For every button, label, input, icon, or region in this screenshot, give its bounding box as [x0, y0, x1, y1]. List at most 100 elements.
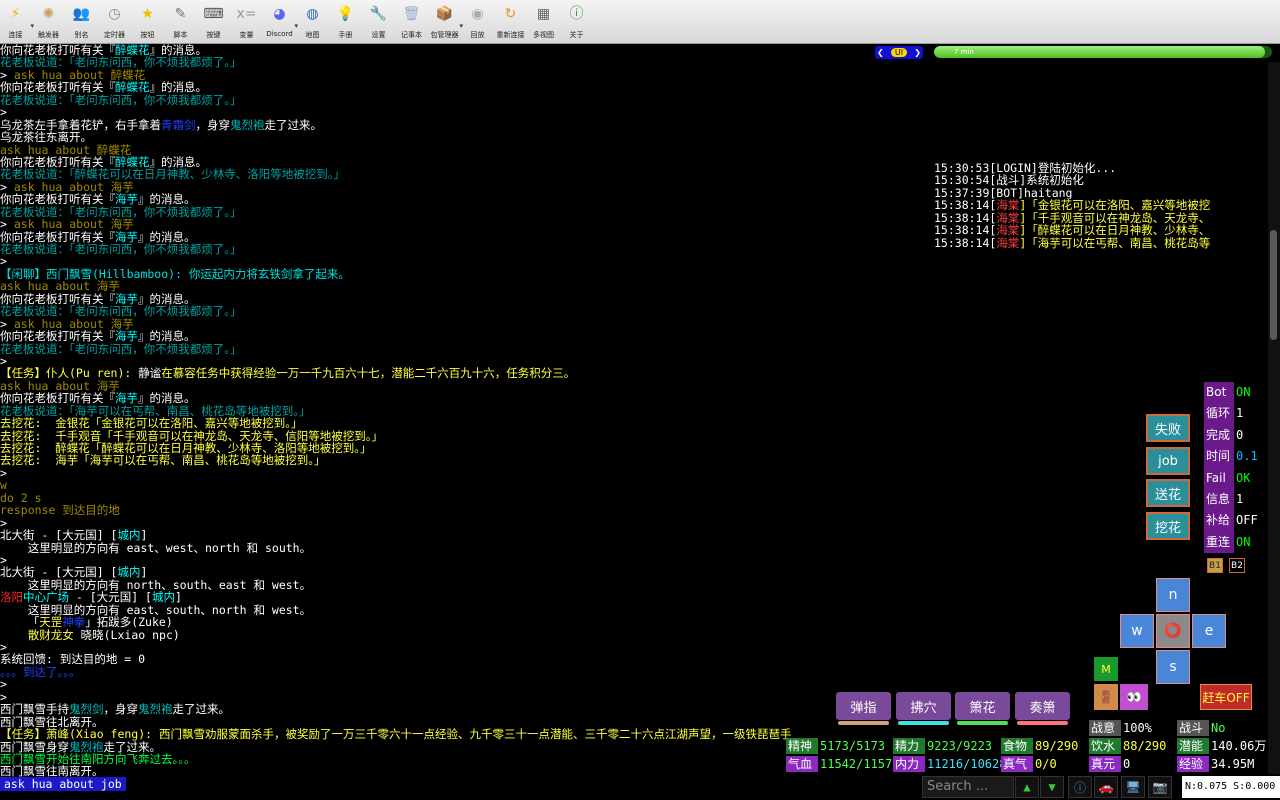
bot-row: 时间 0.1 [1204, 446, 1266, 468]
skill-button[interactable]: 奏箫 [1015, 692, 1070, 725]
toolbar-star-button[interactable]: ★ 按钮 [132, 0, 163, 44]
toolbar-multiview-button[interactable]: ▦ 多视图 [528, 0, 559, 44]
text-segment: 【闲聊】西门飘雪(Hillbamboo): 你运起内力将玄铁剑拿了起来。 [0, 267, 350, 281]
toolbar-wrench-button[interactable]: 🔧 设置 [363, 0, 394, 44]
up-arrow-icon[interactable]: ▲ [1015, 776, 1039, 798]
text-segment: 花老板说道：「海芋可以在丐帮、南昌、桃花岛等地被挖到。」 [0, 404, 311, 418]
toolbar-trash-notepad-button[interactable]: 🗑 记事本 [396, 0, 427, 44]
stat-value: 9223/9223 [927, 739, 993, 753]
text-segment: 15:30:53[LOGIN]登陆初始化... [934, 162, 1117, 175]
terminal-line: > [0, 355, 920, 367]
skill-button[interactable]: 拂穴 [896, 692, 951, 725]
text-segment: 你向花老板打听有关『 [0, 44, 115, 57]
toolbar-package-button[interactable]: 📦 包管理器 ▾ [429, 0, 464, 44]
terminal-line: > ask hua about 海芋 [0, 181, 920, 193]
stat-value: 11542/11575 [820, 757, 900, 771]
skill-cooldown-bar [838, 721, 889, 725]
text-segment: 中心广场 [23, 591, 69, 604]
text-segment: 海芋 [115, 230, 138, 243]
toolbar-reconnect-button[interactable]: ↻ 重新连接 [495, 0, 526, 44]
action-button[interactable]: 失败 [1146, 414, 1190, 442]
stat-value: 34.95M [1211, 757, 1255, 771]
stat-value: 100% [1123, 721, 1152, 735]
stat-value: 11216/10628 [927, 757, 1007, 771]
down-arrow-icon[interactable]: ▼ [1040, 776, 1064, 798]
eyes-icon[interactable]: 👀 [1120, 684, 1148, 710]
text-segment: > [0, 641, 7, 654]
map-m-button[interactable]: M [1094, 657, 1118, 681]
toolbar-clock-button[interactable]: ◷ 定时器 [99, 0, 130, 44]
stat-shiwu: 食物 89/290 [1001, 738, 1080, 754]
text-segment: > [0, 255, 7, 268]
action-button[interactable]: 挖花 [1146, 512, 1190, 540]
text-segment: 走了过来。 [264, 118, 323, 132]
toolbar-discord-button[interactable]: ◕ Discord ▾ [264, 0, 298, 44]
dir-east-button[interactable]: e [1192, 614, 1226, 648]
car-icon[interactable]: 🚗 [1094, 776, 1118, 798]
multiview-icon: ▦ [536, 6, 551, 22]
variable-icon: x= [236, 6, 257, 22]
toolbar-users-button[interactable]: 👥 别名 [66, 0, 97, 44]
toolbar-satellite-button[interactable]: ✺ 触发器 [33, 0, 64, 44]
terminal-line: > [0, 641, 920, 653]
satellite-icon: ✺ [42, 6, 55, 22]
prev-arrow-icon[interactable]: ❮ [875, 48, 886, 57]
dir-west-button[interactable]: w [1120, 614, 1154, 648]
skill-label: 弹指 [850, 700, 877, 716]
text-segment: 城内 [117, 529, 141, 542]
b2-button[interactable]: B2 [1229, 558, 1245, 573]
terminal-line: > [0, 467, 920, 479]
text-segment: 15:30:54[战斗]系统初始化 [934, 174, 1084, 187]
auto-car-toggle[interactable]: 赶车OFF [1200, 684, 1252, 710]
text-segment: 在慕容任务中获得经验一万一千九百六十七，潜能二千六百九十六，任务积分三。 [161, 367, 576, 380]
toolbar-about-button[interactable]: ⓘ 关于 [561, 0, 592, 44]
b1-button[interactable]: B1 [1207, 558, 1223, 573]
camera-icon[interactable]: 📷 [1148, 776, 1172, 798]
toolbar-keyboard-button[interactable]: ⌨ 按键 [198, 0, 229, 44]
skill-button[interactable]: 箫花 [955, 692, 1010, 725]
next-arrow-icon[interactable]: ❯ [912, 48, 923, 57]
monitor-icon[interactable]: 🖥 [1121, 776, 1145, 798]
dir-south-button[interactable]: s [1156, 650, 1190, 684]
door-icon[interactable]: 🚪 [1094, 684, 1118, 710]
text-segment: ] [174, 591, 182, 604]
toolbar-lightning-button[interactable]: ⚡ 连接 ▾ [0, 0, 35, 44]
toolbar-label: 变量 [239, 31, 254, 39]
action-button[interactable]: 送花 [1146, 479, 1190, 507]
text-segment [0, 629, 28, 641]
scrollbar-thumb[interactable] [1270, 230, 1277, 340]
terminal-line: 这里明显的方向有 north、south、east 和 west。 [0, 579, 920, 591]
text-segment: ask hua about 海芋 [13, 317, 134, 331]
scrollbar[interactable] [1268, 62, 1280, 774]
terminal-line: 「天罡神拳」拓跋多(Zuke) [0, 616, 920, 628]
text-segment: 青霜剑 [161, 118, 196, 132]
text-segment: 』的消息。 [149, 44, 208, 57]
stat-key: 战意 [1089, 720, 1121, 736]
text-segment: 乌龙茶左手拿着花铲，右手拿着 [0, 118, 161, 132]
ui-button[interactable]: UI [890, 48, 908, 57]
action-button[interactable]: job [1146, 447, 1190, 475]
skill-button[interactable]: 弹指 [836, 692, 891, 725]
toolbar-variable-button[interactable]: x= 变量 [231, 0, 262, 44]
keyboard-icon: ⌨ [203, 6, 224, 22]
dir-center-button[interactable]: ⭕ [1156, 614, 1190, 648]
text-segment: > [0, 678, 7, 691]
info-icon[interactable]: ⓘ [1068, 776, 1092, 798]
text-segment: 城内 [151, 591, 175, 604]
text-segment: 』的消息。 [138, 193, 196, 206]
toolbar-globe-button[interactable]: ◍ 地图 [297, 0, 328, 44]
stat-value: 89/290 [1035, 739, 1079, 753]
toolbar-script-button[interactable]: ✎ 脚本 [165, 0, 196, 44]
toolbar-lightbulb-button[interactable]: 💡 手册 [330, 0, 361, 44]
text-segment: 15:38:14[ [934, 199, 997, 212]
text-segment: 你向花老板打听有关『 [0, 155, 115, 169]
command-input[interactable]: ask hua about job [0, 777, 126, 791]
progress-fill: 7 min [934, 46, 1266, 58]
text-segment: 系统回馈: 到达目的地 = 0 [0, 653, 146, 666]
dir-north-button[interactable]: n [1156, 578, 1190, 612]
search-input[interactable]: Search ... [922, 776, 1014, 798]
bot-key: Fail [1204, 467, 1234, 489]
toolbar-disc-button[interactable]: ◉ 回放 [462, 0, 493, 44]
stat-key: 经验 [1177, 756, 1209, 772]
text-segment: ]「海芋可以在丐帮、南昌、桃花岛等 [1019, 236, 1211, 250]
